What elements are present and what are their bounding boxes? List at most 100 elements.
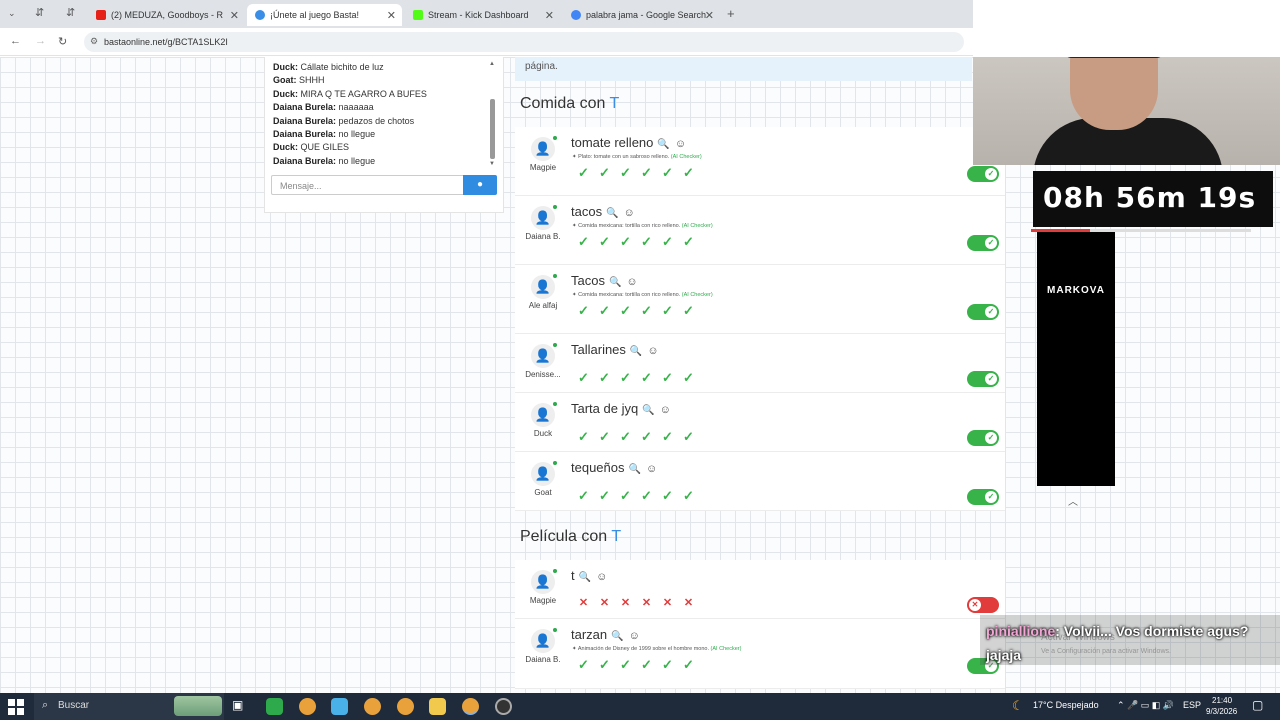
check-icon[interactable]: ✓ — [657, 488, 678, 504]
scroll-down-icon[interactable]: ▼ — [489, 161, 495, 167]
back-icon[interactable]: ← — [10, 35, 21, 47]
search-icon[interactable]: 🔍 — [611, 631, 623, 642]
check-icon[interactable]: ✓ — [573, 488, 594, 504]
check-icon[interactable]: ✓ — [594, 370, 615, 386]
check-icon[interactable]: ✓ — [594, 657, 615, 673]
search-icon[interactable]: 🔍 — [609, 277, 621, 288]
search-icon[interactable]: 🔍 — [629, 464, 641, 475]
check-icon[interactable]: ✓ — [615, 657, 636, 673]
tab-youtube[interactable]: (2) MEDUZA, Goodboys - R ✕ — [88, 4, 245, 26]
chrome-icon[interactable] — [299, 698, 316, 715]
smiley-icon[interactable]: ☺ — [647, 345, 658, 357]
reload-icon[interactable]: ↻ — [58, 35, 67, 48]
check-icon[interactable]: ✓ — [636, 657, 657, 673]
check-icon[interactable]: ✓ — [636, 488, 657, 504]
cross-icon[interactable]: ✕ — [636, 596, 657, 609]
check-icon[interactable]: ✓ — [657, 303, 678, 319]
check-icon[interactable]: ✓ — [594, 165, 615, 181]
check-icon[interactable]: ✓ — [657, 370, 678, 386]
new-tab-button[interactable]: + — [727, 6, 735, 21]
check-icon[interactable]: ✓ — [678, 429, 699, 445]
clock-date[interactable]: 9/3/2026 — [1206, 707, 1237, 716]
smiley-icon[interactable]: ☺ — [660, 404, 671, 416]
search-icon[interactable]: 🔍 — [630, 346, 642, 357]
validity-toggle[interactable]: ✓ — [967, 489, 999, 505]
validity-toggle[interactable]: ✓ — [967, 430, 999, 446]
chrome-icon-3[interactable] — [397, 698, 414, 715]
check-icon[interactable]: ✓ — [573, 657, 594, 673]
smiley-icon[interactable]: ☺ — [675, 138, 686, 150]
check-icon[interactable]: ✓ — [636, 370, 657, 386]
app-icon-1[interactable] — [266, 698, 283, 715]
chrome-icon-2[interactable] — [364, 698, 381, 715]
close-icon[interactable]: ✕ — [545, 9, 554, 22]
close-icon[interactable]: ✕ — [387, 9, 396, 22]
validity-toggle[interactable]: ✕ — [967, 597, 999, 613]
check-icon[interactable]: ✓ — [573, 234, 594, 250]
pinned-tab-1[interactable]: ⇵ — [35, 6, 44, 19]
site-info-icon[interactable]: ⚙ — [90, 36, 98, 47]
taskbar-search[interactable]: ⌕ Buscar — [34, 693, 224, 720]
cross-icon[interactable]: ✕ — [657, 596, 678, 609]
notification-icon[interactable]: ▢ — [1252, 698, 1263, 712]
check-icon[interactable]: ✓ — [573, 303, 594, 319]
check-icon[interactable]: ✓ — [615, 488, 636, 504]
tab-kick[interactable]: Stream - Kick Dashboard ✕ — [405, 4, 560, 26]
cross-icon[interactable]: ✕ — [594, 596, 615, 609]
check-icon[interactable]: ✓ — [594, 303, 615, 319]
chrome-icon-active[interactable] — [462, 698, 479, 715]
task-view-icon[interactable]: ▣ — [232, 698, 249, 715]
check-icon[interactable]: ✓ — [615, 303, 636, 319]
weather-text[interactable]: 17°C Despejado — [1033, 700, 1099, 710]
search-icon[interactable]: 🔍 — [606, 208, 618, 219]
chat-scrollbar[interactable]: ▲ ▼ — [489, 61, 495, 167]
search-icon[interactable]: 🔍 — [642, 405, 654, 416]
url-field[interactable]: ⚙ bastaonline.net/g/BCTA1SLK2I — [84, 32, 964, 52]
tray-icons[interactable]: ⌃ 🎤 ▭ ◧ 🔊 — [1117, 700, 1174, 711]
smiley-icon[interactable]: ☺ — [646, 463, 657, 475]
check-icon[interactable]: ✓ — [678, 657, 699, 673]
check-icon[interactable]: ✓ — [615, 234, 636, 250]
close-icon[interactable]: ✕ — [230, 9, 239, 22]
check-icon[interactable]: ✓ — [678, 370, 699, 386]
check-icon[interactable]: ✓ — [657, 657, 678, 673]
smiley-icon[interactable]: ☺ — [596, 571, 607, 583]
tab-basta[interactable]: ¡Únete al juego Basta! ✕ — [247, 4, 402, 26]
clock-time[interactable]: 21:40 — [1212, 696, 1232, 705]
check-icon[interactable]: ✓ — [678, 165, 699, 181]
language-indicator[interactable]: ESP — [1183, 700, 1201, 710]
pinned-tab-2[interactable]: ⇵ — [66, 6, 75, 19]
check-icon[interactable]: ✓ — [615, 370, 636, 386]
check-icon[interactable]: ✓ — [594, 488, 615, 504]
tab-google[interactable]: palabra jama - Google Search ✕ — [563, 4, 720, 26]
send-button[interactable]: ● — [463, 175, 497, 195]
check-icon[interactable]: ✓ — [657, 429, 678, 445]
check-icon[interactable]: ✓ — [573, 165, 594, 181]
obs-icon[interactable] — [495, 698, 512, 715]
cross-icon[interactable]: ✕ — [573, 596, 594, 609]
check-icon[interactable]: ✓ — [594, 429, 615, 445]
message-input[interactable]: Mensaje... — [271, 175, 464, 195]
check-icon[interactable]: ✓ — [636, 429, 657, 445]
cross-icon[interactable]: ✕ — [678, 596, 699, 609]
smiley-icon[interactable]: ☺ — [624, 207, 635, 219]
search-icon[interactable]: 🔍 — [657, 139, 669, 150]
folder-icon[interactable] — [429, 698, 446, 715]
chevron-up-icon[interactable]: ︿ — [1068, 493, 1078, 508]
validity-toggle[interactable]: ✓ — [967, 304, 999, 320]
validity-toggle[interactable]: ✓ — [967, 166, 999, 182]
windows-start-icon[interactable] — [8, 699, 24, 715]
scroll-thumb[interactable] — [490, 99, 495, 159]
check-icon[interactable]: ✓ — [636, 303, 657, 319]
validity-toggle[interactable]: ✓ — [967, 371, 999, 387]
check-icon[interactable]: ✓ — [657, 234, 678, 250]
check-icon[interactable]: ✓ — [678, 303, 699, 319]
close-icon[interactable]: ✕ — [705, 9, 714, 22]
check-icon[interactable]: ✓ — [615, 165, 636, 181]
search-icon[interactable]: 🔍 — [579, 572, 591, 583]
check-icon[interactable]: ✓ — [573, 370, 594, 386]
smiley-icon[interactable]: ☺ — [629, 630, 640, 642]
check-icon[interactable]: ✓ — [573, 429, 594, 445]
check-icon[interactable]: ✓ — [636, 234, 657, 250]
app-icon-3[interactable] — [331, 698, 348, 715]
